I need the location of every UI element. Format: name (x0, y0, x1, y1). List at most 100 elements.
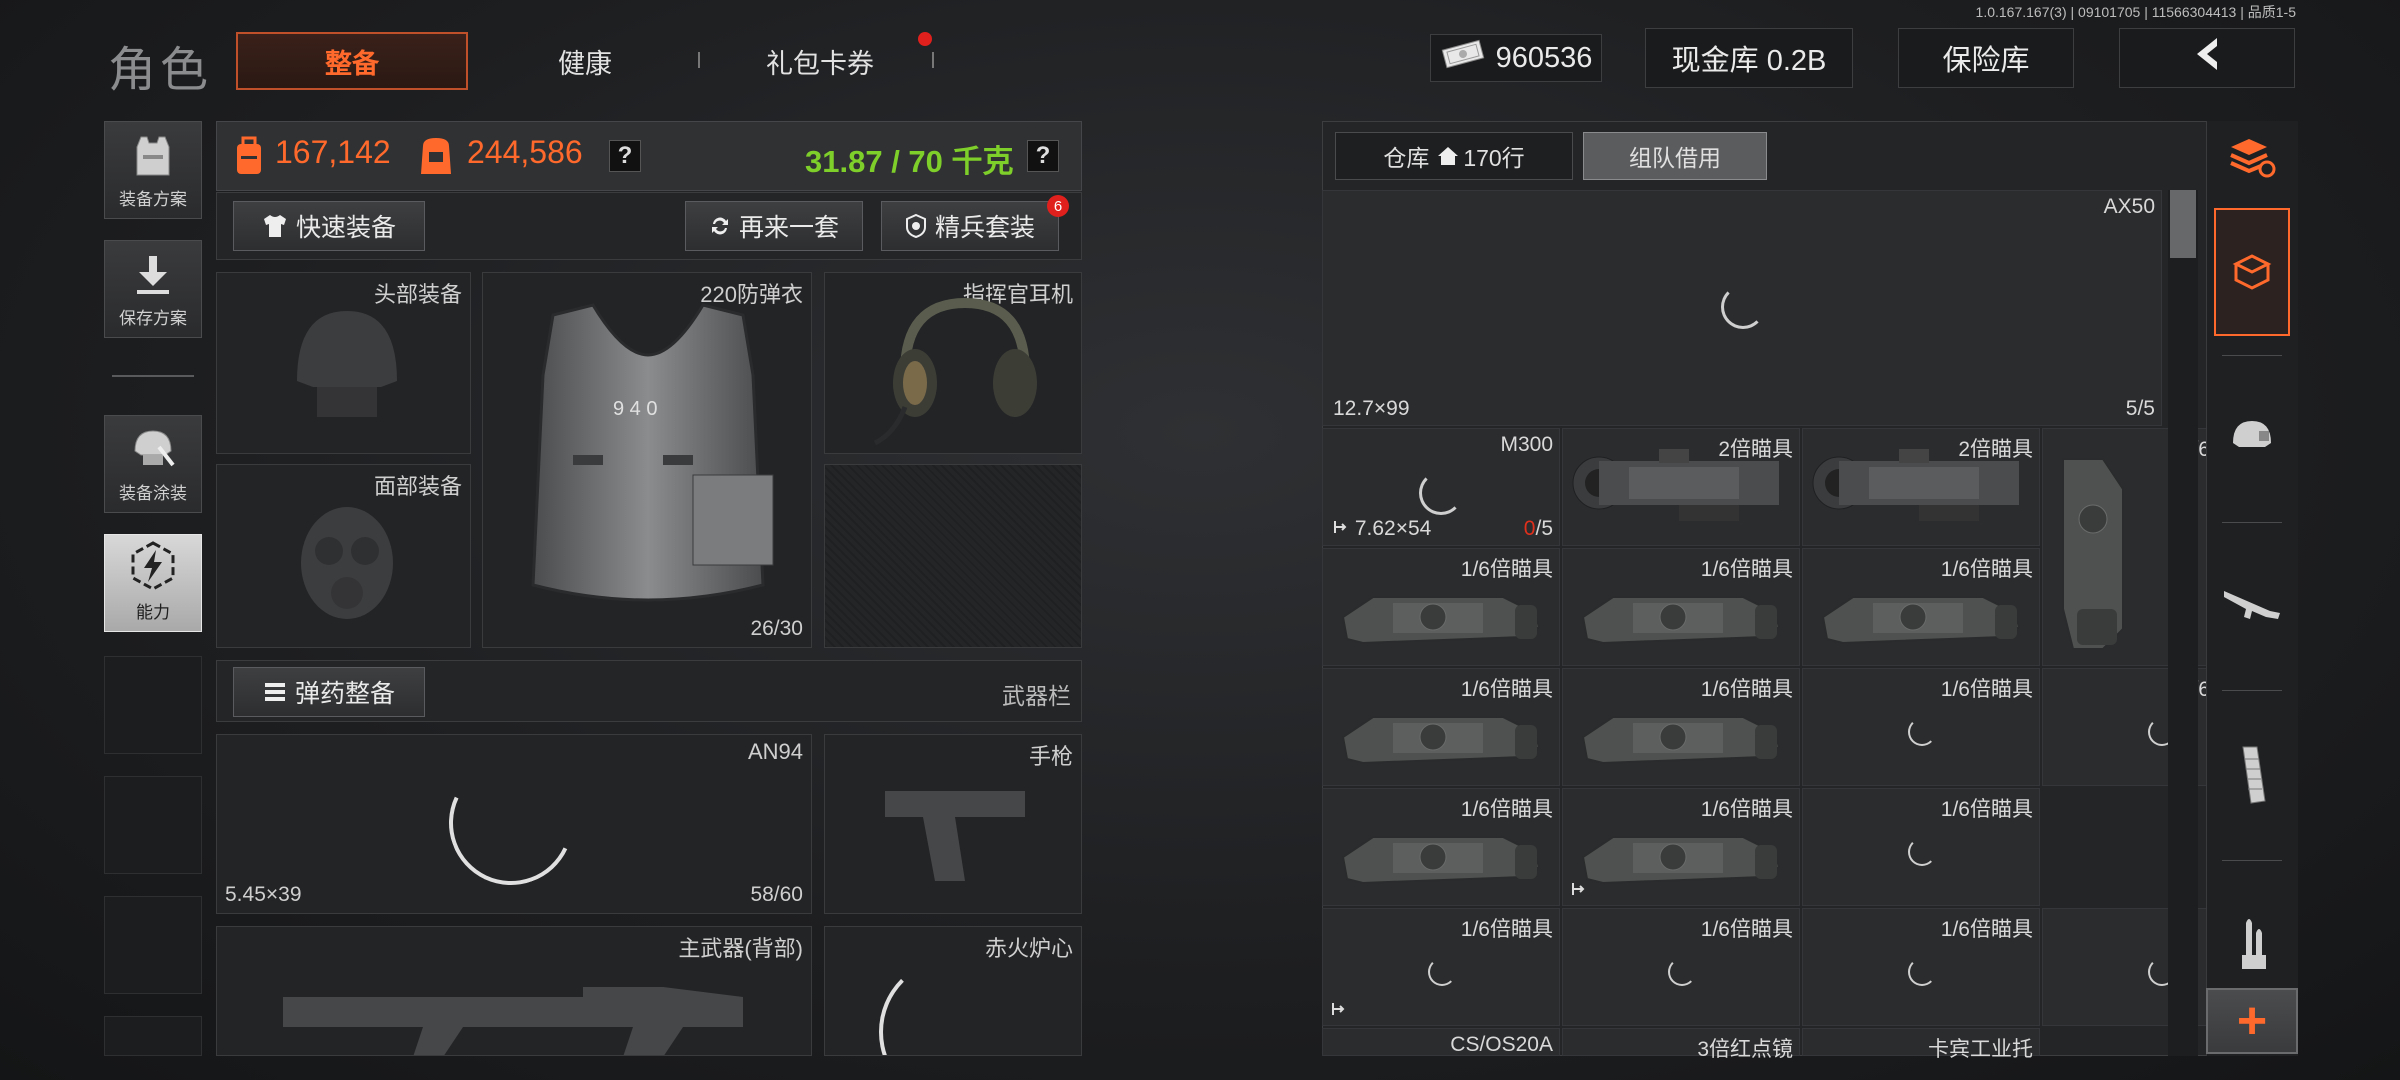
item-scope2x[interactable]: 2倍瞄具 (1562, 428, 1800, 546)
scrollbar-thumb[interactable] (2170, 190, 2196, 258)
equipment-paint-button[interactable]: 装备涂装 (104, 415, 202, 513)
elite-set-badge: 6 (1047, 195, 1069, 217)
empty-equipment-slot[interactable] (824, 464, 1082, 648)
body-armor-slot[interactable]: 220防弹衣 9 4 0 26/30 (482, 272, 812, 648)
item-m300[interactable]: M300 7.62×54 0/5 (1322, 428, 1560, 546)
elite-set-label: 精兵套装 (934, 214, 1035, 242)
back-button[interactable] (2119, 28, 2295, 88)
item-scope2x[interactable]: 2倍瞄具 (1802, 428, 2040, 546)
item-scope16x[interactable]: 1/6倍瞄具 (1802, 548, 2040, 666)
primary-weapon-slot[interactable]: AN94 5.45×39 58/60 (216, 734, 812, 914)
item-scope16x[interactable]: 1/6倍瞄具 (1562, 548, 1800, 666)
item-scope16x[interactable]: 1/6倍瞄具 (1802, 788, 2040, 906)
headset-icon (873, 297, 1037, 446)
category-magazine[interactable] (2214, 730, 2290, 820)
backpack-value: 167,142 (275, 134, 391, 170)
ammo-prep-button[interactable]: 弹药整备 (233, 667, 425, 717)
weight-help-button[interactable]: ? (1027, 140, 1059, 172)
item-scope16x[interactable]: 1/6倍瞄具 (1322, 788, 1560, 906)
item-scope16x[interactable]: 1/6倍瞄具 (1562, 788, 1800, 906)
sidebar-item-label: 装备方案 (119, 190, 187, 209)
item-red-dot_3x[interactable]: 3倍红点镜 (1562, 1028, 1800, 1061)
gas-mask-icon (301, 507, 393, 619)
sidebar-item-label: 保存方案 (119, 309, 187, 328)
warehouse-scrollbar[interactable] (2168, 190, 2198, 1056)
primary-weapon-ammo: 58/60 (750, 883, 803, 906)
transfer-icon (1334, 521, 1347, 533)
tab-team-borrow[interactable]: 组队借用 (1583, 132, 1767, 180)
item-cs-os20a[interactable]: CS/OS20A (1322, 1028, 1560, 1056)
tab-equip[interactable]: 整备 (236, 32, 468, 90)
item-scope16x[interactable]: 1/6倍瞄具 (1802, 668, 2040, 786)
tab-health[interactable]: 健康 (520, 32, 650, 90)
category-all[interactable] (2214, 208, 2290, 336)
item-scope16x[interactable]: 1/6倍瞄具 (1322, 908, 1560, 1026)
equipment-plan-button[interactable]: 装备方案 (104, 121, 202, 219)
lightning-hex-icon (131, 541, 175, 591)
value-help-button[interactable]: ? (609, 140, 641, 172)
category-weapon[interactable] (2214, 560, 2290, 650)
item-name: 2倍瞄具 (1958, 438, 2033, 461)
body-armor-icon: 9 4 0 (531, 303, 774, 602)
loading-spinner (879, 957, 1029, 1055)
item-scope16x[interactable]: 1/6倍瞄具 (1562, 908, 1800, 1026)
special-label: 赤火炉心 (984, 936, 1073, 961)
special-slot[interactable]: 赤火炉心 (824, 926, 1082, 1056)
sort-button[interactable] (2214, 112, 2290, 202)
repeat-set-button[interactable]: 再来一套 (685, 201, 863, 251)
item-scope16x[interactable]: 1/6倍瞄具 (1322, 668, 1560, 786)
vest-icon (136, 136, 170, 176)
quick-equip-button[interactable]: 快速装备 (233, 201, 425, 251)
item-ammo: 0/5 (1524, 517, 1553, 541)
item-name: 1/6倍瞄具 (1940, 678, 2033, 701)
safe-button[interactable]: 保险库 (1898, 28, 2074, 88)
item-scope16x[interactable]: 1/6倍瞄具 (1562, 668, 1800, 786)
back-weapon-slot[interactable]: 主武器(背部) (216, 926, 812, 1056)
armor-bag-icon (421, 138, 451, 174)
item-name: CS/OS20A (1450, 1033, 1553, 1056)
category-helmet[interactable] (2214, 392, 2290, 482)
elite-set-button[interactable]: 精兵套装 (881, 201, 1059, 251)
item-name: M300 (1500, 433, 1553, 456)
category-divider (2222, 355, 2282, 356)
loading-spinner (431, 743, 591, 903)
download-icon (137, 256, 169, 294)
storage-tab-label: 仓库 (1383, 145, 1430, 171)
storage-rows: 170行 (1463, 145, 1525, 171)
save-plan-button[interactable]: 保存方案 (104, 240, 202, 338)
item-name: 1/6倍瞄具 (1700, 918, 1793, 941)
empty-sidebar-slot (104, 656, 202, 754)
item-ax50[interactable]: AX50 12.7×99 5/5 (1322, 190, 2162, 426)
item-scope16x[interactable]: 1/6倍瞄具 (1802, 908, 2040, 1026)
item-scope16x[interactable]: 1/6倍瞄具 (1322, 548, 1560, 666)
helmet-icon (297, 311, 397, 417)
add-button[interactable]: + (2206, 988, 2298, 1054)
helmet-paint-icon (134, 430, 175, 467)
bullet-icon (2242, 919, 2266, 969)
ammo-icon (264, 683, 285, 701)
head-slot[interactable]: 头部装备 (216, 272, 471, 454)
ability-button[interactable]: 能力 (104, 534, 202, 632)
cash-vault-button[interactable]: 现金库 0.2B (1645, 28, 1853, 88)
magazine-icon (2242, 746, 2266, 804)
ammo-prep-label: 弹药整备 (294, 680, 395, 708)
item-carbine-stock[interactable]: 卡宾工业托 (1802, 1028, 2040, 1061)
backpack-icon (237, 136, 261, 174)
category-ammo[interactable] (2214, 900, 2290, 990)
shirt-icon (263, 215, 286, 237)
face-slot[interactable]: 面部装备 (216, 464, 471, 648)
weapon-section-header: 弹药整备 武器栏 (216, 660, 1082, 722)
pistol-slot[interactable]: 手枪 (824, 734, 1082, 914)
headset-slot[interactable]: 指挥官耳机 (824, 272, 1082, 454)
quick-equip-label: 快速装备 (295, 214, 396, 242)
tab-gift-cards[interactable]: 礼包卡券 (740, 32, 900, 90)
loading-spinner (1908, 958, 1936, 986)
pistol-icon (885, 791, 1025, 881)
shield-icon (905, 213, 926, 239)
item-name: 2倍瞄具 (1718, 438, 1793, 461)
home-icon (1438, 147, 1459, 165)
loading-spinner (1668, 958, 1696, 986)
armor-value: 244,586 (467, 134, 583, 170)
tab-storage[interactable]: 仓库 170行 (1335, 132, 1573, 180)
item-caliber: 12.7×99 (1333, 397, 1410, 420)
